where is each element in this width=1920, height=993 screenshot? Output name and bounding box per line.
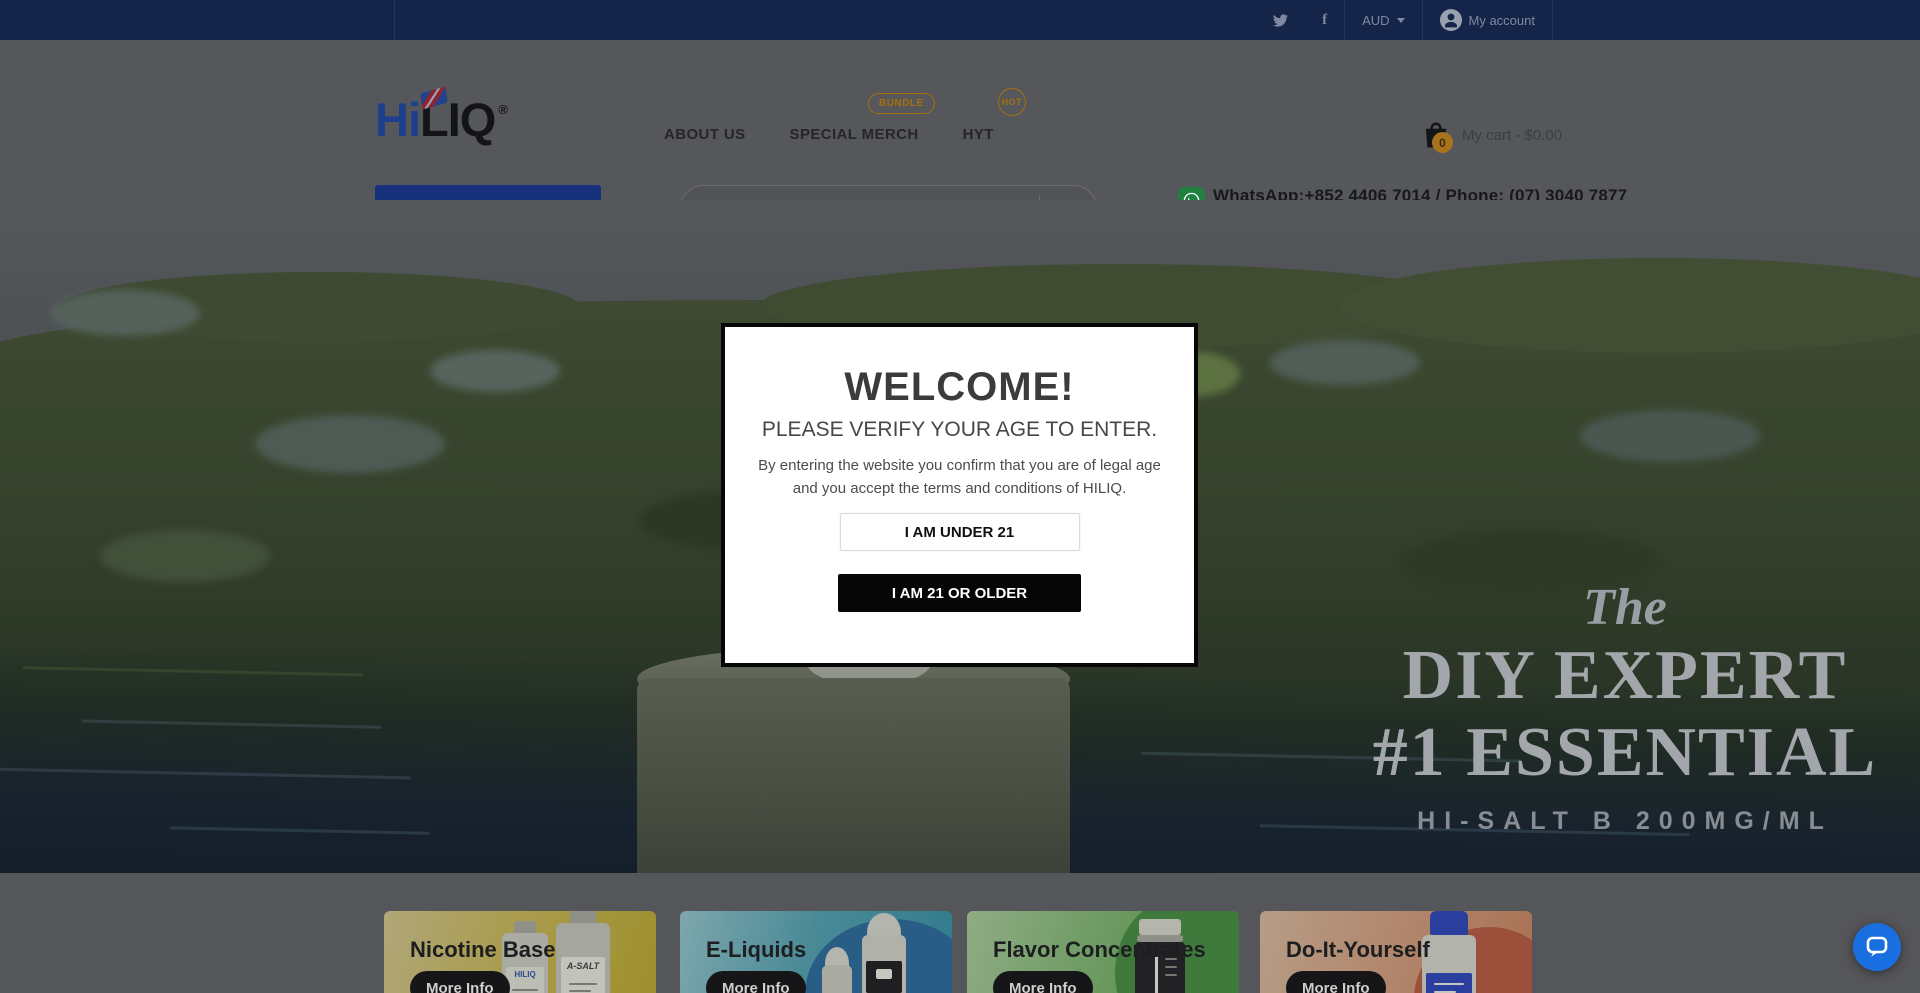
bush [100,530,270,582]
bush [50,290,200,336]
site-logo[interactable]: HiLIQ® [375,96,507,143]
category-strip: HILIQ A-SALT Nicotine Base More Info [0,873,1920,993]
nav-item-special-merch[interactable]: SPECIAL MERCH BUNDLE [790,126,919,143]
cart-label: My cart - $0.00 [1462,127,1562,144]
card-title: E-Liquids [706,937,806,963]
category-card-do-it-yourself[interactable]: Do-It-Yourself More Info [1260,911,1532,993]
bottle-label: HILIQ [506,970,544,979]
shopping-bag-icon: 0 [1421,120,1451,150]
currency-label: AUD [1362,13,1389,28]
more-info-button[interactable]: More Info [410,971,510,993]
nav-item-hyt[interactable]: HYT HOT [963,126,994,143]
card-title: Do-It-Yourself [1286,937,1430,963]
age-verification-modal: WELCOME! PLEASE VERIFY YOUR AGE TO ENTER… [721,323,1198,667]
modal-title: WELCOME! [725,365,1194,410]
bush [430,350,560,392]
currency-dropdown[interactable]: AUD [1345,0,1421,40]
bottle-label: A-SALT [561,961,605,971]
topbar-divider [1552,0,1553,40]
more-info-button[interactable]: More Info [1286,971,1386,993]
account-icon [1440,9,1462,31]
hot-badge: HOT [998,88,1026,116]
bush [1580,410,1760,462]
podium [637,678,1070,873]
page: f AUD My account HiLIQ® ABOUT U [0,0,1920,993]
my-account-button[interactable]: My account [1423,0,1552,40]
more-info-button[interactable]: More Info [706,971,806,993]
nav-label: SPECIAL MERCH [790,126,919,143]
facebook-link[interactable]: f [1305,0,1344,40]
nav-label: ABOUT US [664,126,746,143]
header: HiLIQ® ABOUT US SPECIAL MERCH BUNDLE HYT… [0,40,1920,200]
card-title: Flavor Concentrates [993,937,1206,963]
chat-launcher-button[interactable] [1853,923,1901,971]
twitter-link[interactable] [1256,0,1305,40]
registered-mark: ® [498,102,507,117]
nav-label: HYT [963,126,994,143]
main-nav: ABOUT US SPECIAL MERCH BUNDLE HYT HOT [664,126,994,143]
logo-text-hi: Hi [375,93,420,146]
twitter-icon[interactable] [1273,13,1288,28]
facebook-icon[interactable]: f [1322,12,1327,29]
modal-body: By entering the website you confirm that… [725,455,1194,500]
hero-text-block: The DIY EXPERT #1 ESSENTIAL HI-SALT B 20… [1370,578,1880,836]
cart-button[interactable]: 0 My cart - $0.00 [1421,120,1562,150]
category-card-nicotine-base[interactable]: HILIQ A-SALT Nicotine Base More Info [384,911,656,993]
more-info-button[interactable]: More Info [993,971,1093,993]
bush [255,415,445,473]
modal-subtitle: PLEASE VERIFY YOUR AGE TO ENTER. [725,418,1194,442]
hero-subtitle: HI-SALT B 200MG/ML [1370,807,1880,836]
chat-bubble-icon [1864,934,1890,960]
chevron-down-icon [1397,18,1405,23]
category-card-e-liquids[interactable]: E-Liquids More Info [680,911,952,993]
hero-title-line1: DIY EXPERT [1370,637,1880,714]
topbar: f AUD My account [0,0,1920,40]
category-card-flavor-concentrates[interactable]: Flavor Concentrates More Info [967,911,1239,993]
modal-body-line1: By entering the website you confirm that… [725,455,1194,478]
cart-count-badge: 0 [1432,132,1453,153]
modal-body-line2: and you accept the terms and conditions … [725,478,1194,501]
topbar-divider [394,0,395,40]
topbar-right-cluster: f AUD My account [1256,0,1553,40]
over-21-button[interactable]: I AM 21 OR OLDER [838,574,1081,612]
bundle-badge: BUNDLE [868,93,935,114]
nav-item-about-us[interactable]: ABOUT US [664,126,746,143]
hero-title-line2: #1 ESSENTIAL [1370,714,1880,791]
account-label: My account [1469,13,1535,28]
under-21-button[interactable]: I AM UNDER 21 [840,513,1080,551]
bush [1270,340,1420,385]
hero-tagline: The [1370,578,1880,637]
card-title: Nicotine Base [410,937,556,963]
